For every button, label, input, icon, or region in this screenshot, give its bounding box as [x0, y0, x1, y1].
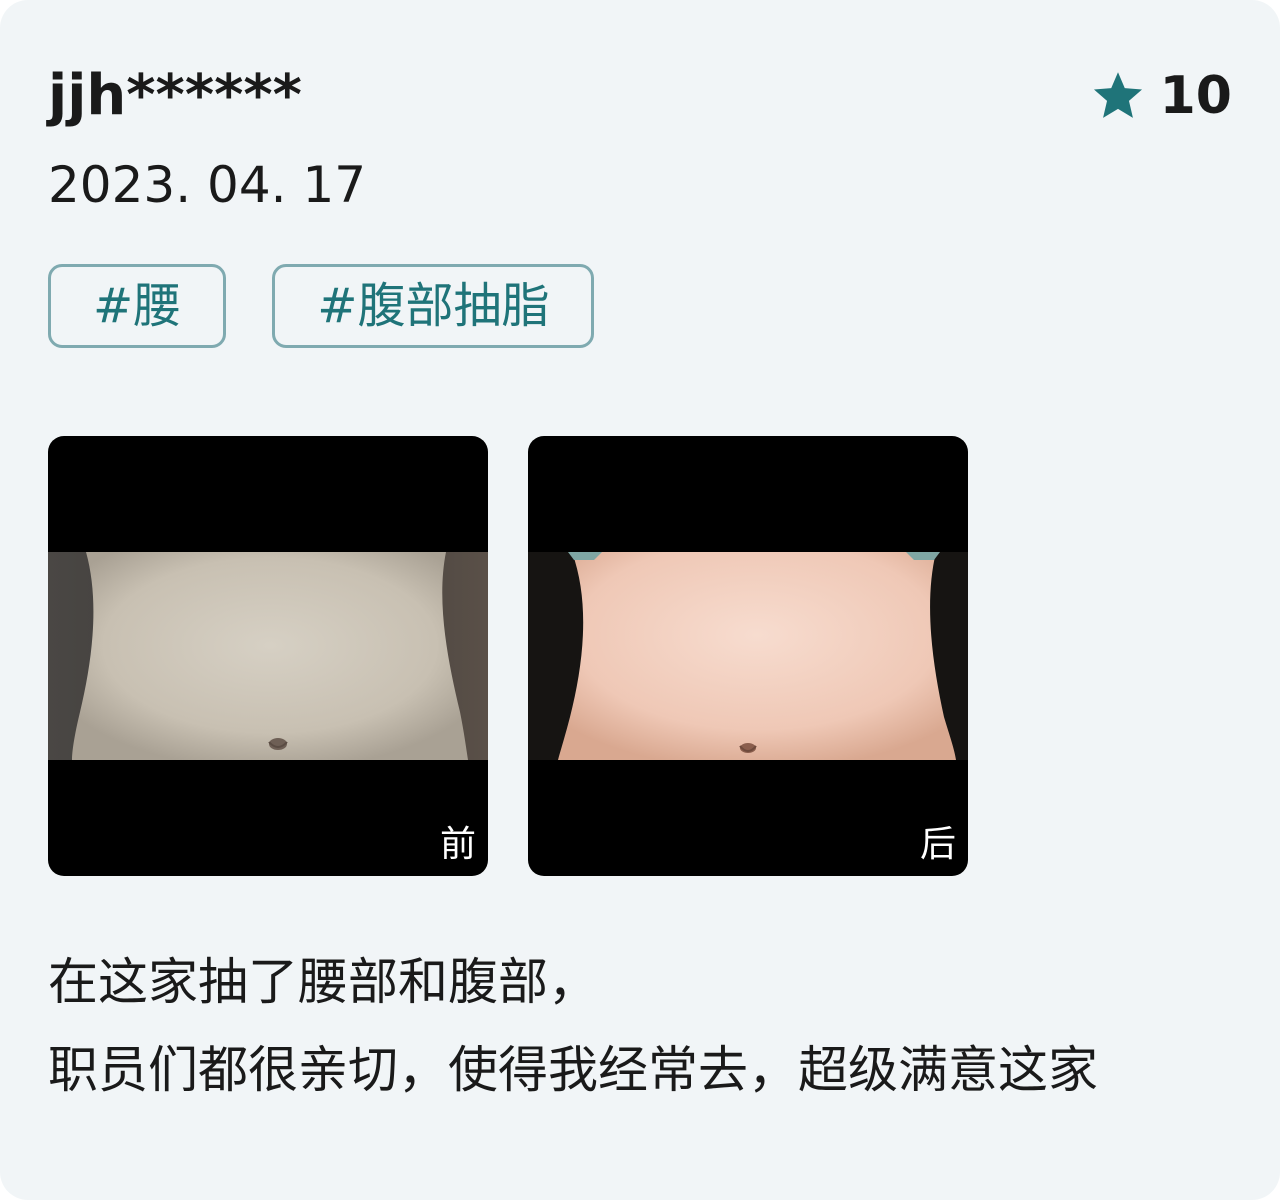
review-date: 2023. 04. 17	[48, 156, 367, 214]
rating-score: 10	[1159, 66, 1232, 126]
after-photo[interactable]: 后	[528, 436, 968, 876]
after-photo-image	[528, 552, 968, 760]
photo-gallery: 前 后	[48, 436, 968, 876]
before-photo[interactable]: 前	[48, 436, 488, 876]
rating: 10	[1090, 62, 1232, 130]
review-card: jjh****** 10 2023. 04. 17 #腰 #腹部抽脂 前 后 在…	[0, 0, 1280, 1200]
review-text: 在这家抽了腰部和腹部， 职员们都很亲切，使得我经常去，超级满意这家	[48, 938, 1098, 1114]
before-label: 前	[439, 824, 476, 865]
tag-waist[interactable]: #腰	[48, 264, 227, 348]
review-text-line: 在这家抽了腰部和腹部，	[48, 953, 598, 1011]
reviewer-username: jjh******	[48, 63, 302, 128]
tag-abdominal-liposuction[interactable]: #腹部抽脂	[272, 264, 595, 348]
star-icon	[1093, 72, 1142, 118]
before-photo-image	[48, 552, 488, 760]
review-text-line: 职员们都很亲切，使得我经常去，超级满意这家	[48, 1041, 1098, 1099]
tag-list: #腰 #腹部抽脂	[48, 264, 595, 348]
after-label: 后	[919, 824, 956, 865]
